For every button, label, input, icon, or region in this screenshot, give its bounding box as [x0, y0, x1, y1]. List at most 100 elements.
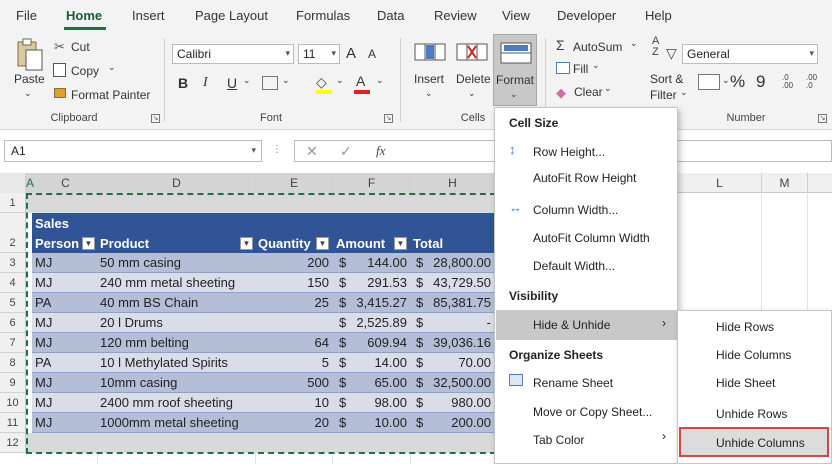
paste-dropdown-icon[interactable]: ⌄	[24, 88, 32, 99]
tab-file[interactable]: File	[16, 8, 37, 23]
font-name-select[interactable]: Calibri ▾	[172, 44, 294, 64]
cell-amount[interactable]: 2,525.89	[350, 315, 407, 330]
cell-product[interactable]: 2400 mm roof sheeting	[100, 395, 233, 410]
menu-item-hide-sheet[interactable]: Hide Sheet	[716, 376, 775, 390]
cell-quantity[interactable]: 10	[256, 395, 329, 410]
fill-dropdown-icon[interactable]: ⌄	[592, 60, 600, 71]
cell-person[interactable]: MJ	[35, 275, 52, 290]
row-header-6[interactable]: 6	[0, 313, 26, 333]
insert-button[interactable]: Insert	[414, 72, 444, 86]
cell-product[interactable]: 120 mm belting	[100, 335, 189, 350]
column-header-e[interactable]: E	[256, 173, 333, 193]
cell-person[interactable]: MJ	[35, 335, 52, 350]
sort-filter-button-line1[interactable]: Sort &	[650, 72, 683, 86]
filter-dropdown-icon[interactable]: ▼	[316, 237, 329, 250]
cell-total[interactable]: 980.00	[428, 395, 491, 410]
tab-help[interactable]: Help	[645, 8, 672, 23]
paste-button[interactable]: Paste	[14, 72, 45, 86]
currency-dropdown-icon[interactable]: ⌄	[722, 75, 730, 86]
cell-amount[interactable]: 3,415.27	[350, 295, 407, 310]
menu-item-unhide-rows[interactable]: Unhide Rows	[716, 407, 787, 421]
insert-cells-icon[interactable]	[414, 40, 446, 67]
cut-button[interactable]: Cut	[71, 40, 90, 54]
delete-cells-icon[interactable]	[456, 40, 488, 67]
number-format-select[interactable]: General ▾	[682, 44, 818, 64]
tab-home[interactable]: Home	[66, 8, 102, 23]
cell-person[interactable]: PA	[35, 295, 51, 310]
row-header-5[interactable]: 5	[0, 293, 26, 313]
tab-page-layout[interactable]: Page Layout	[195, 8, 268, 23]
row-header-3[interactable]: 3	[0, 253, 26, 273]
fill-dropdown-icon[interactable]: ⌄	[336, 75, 344, 86]
name-box[interactable]: A1 ▾	[4, 140, 262, 162]
cell-product[interactable]: 40 mm BS Chain	[100, 295, 198, 310]
copy-button[interactable]: Copy	[71, 64, 99, 78]
menu-item-autofit-column[interactable]: AutoFit Column Width	[533, 231, 650, 245]
font-size-select[interactable]: 11 ▾	[298, 44, 340, 64]
row-header-9[interactable]: 9	[0, 373, 26, 393]
cell-quantity[interactable]: 25	[256, 295, 329, 310]
menu-item-hide-columns[interactable]: Hide Columns	[716, 348, 791, 362]
cell-person[interactable]: MJ	[35, 315, 52, 330]
column-header-f[interactable]: F	[333, 173, 411, 193]
shrink-font-button[interactable]: A	[368, 47, 376, 61]
select-all-corner[interactable]	[0, 173, 26, 193]
paste-icon[interactable]	[14, 38, 44, 75]
cell-quantity[interactable]: 5	[256, 355, 329, 370]
column-header-l[interactable]: L	[678, 173, 762, 193]
cell-quantity[interactable]: 500	[256, 375, 329, 390]
column-header-h[interactable]: H	[411, 173, 495, 193]
fx-icon[interactable]: fx	[376, 143, 385, 159]
tab-data[interactable]: Data	[377, 8, 404, 23]
cell-total[interactable]: 39,036.16	[428, 335, 491, 350]
underline-button[interactable]: U	[227, 75, 237, 91]
cell-amount[interactable]: 98.00	[350, 395, 407, 410]
filter-dropdown-icon[interactable]: ▼	[82, 237, 95, 250]
sort-filter-button-line2[interactable]: Filter	[650, 88, 677, 102]
menu-item-column-width[interactable]: Column Width...	[533, 203, 618, 217]
cell-product[interactable]: 1000mm metal sheeting	[100, 415, 239, 430]
autosum-dropdown-icon[interactable]: ⌄	[630, 38, 638, 49]
cell-amount[interactable]: 65.00	[350, 375, 407, 390]
row-header-8[interactable]: 8	[0, 353, 26, 373]
font-launcher-icon[interactable]: ↘	[384, 114, 393, 123]
menu-item-hide-unhide[interactable]: Hide & Unhide ›	[496, 310, 677, 340]
clear-dropdown-icon[interactable]: ⌄	[604, 83, 612, 94]
column-header-d[interactable]: D	[98, 173, 256, 193]
cell-quantity[interactable]: 20	[256, 415, 329, 430]
menu-item-row-height[interactable]: Row Height...	[533, 145, 605, 159]
cell-person[interactable]: MJ	[35, 255, 52, 270]
tab-developer[interactable]: Developer	[557, 8, 616, 23]
tab-view[interactable]: View	[502, 8, 530, 23]
cell-person[interactable]: MJ	[35, 375, 52, 390]
cell-quantity[interactable]: 64	[256, 335, 329, 350]
menu-item-autofit-row[interactable]: AutoFit Row Height	[533, 171, 636, 185]
cell-amount[interactable]: 609.94	[350, 335, 407, 350]
cell-amount[interactable]: 14.00	[350, 355, 407, 370]
delete-dropdown-icon[interactable]: ⌄	[468, 88, 476, 99]
cell-quantity[interactable]: 200	[256, 255, 329, 270]
font-color-button[interactable]: A	[356, 73, 365, 89]
cell-total[interactable]: 43,729.50	[428, 275, 491, 290]
cell-product[interactable]: 50 mm casing	[100, 255, 181, 270]
copy-dropdown-icon[interactable]: ⌄	[108, 62, 116, 73]
cell-total[interactable]: 200.00	[428, 415, 491, 430]
menu-item-rename-sheet[interactable]: Rename Sheet	[533, 376, 613, 390]
cell-total[interactable]: 28,800.00	[428, 255, 491, 270]
column-header-c[interactable]: C	[34, 173, 98, 193]
row-header-2[interactable]: 2	[0, 213, 26, 253]
cell-quantity[interactable]: 150	[256, 275, 329, 290]
filter-dropdown-icon[interactable]: ▼	[394, 237, 407, 250]
cell-amount[interactable]: 291.53	[350, 275, 407, 290]
cell-total[interactable]: 32,500.00	[428, 375, 491, 390]
delete-button[interactable]: Delete	[456, 72, 491, 86]
menu-item-unhide-columns[interactable]: Unhide Columns	[679, 427, 829, 457]
clear-button[interactable]: Clear	[574, 85, 603, 99]
cell-amount[interactable]: 144.00	[350, 255, 407, 270]
tab-formulas[interactable]: Formulas	[296, 8, 350, 23]
bold-button[interactable]: B	[178, 75, 188, 91]
cell-person[interactable]: MJ	[35, 395, 52, 410]
cell-person[interactable]: PA	[35, 355, 51, 370]
tab-insert[interactable]: Insert	[132, 8, 165, 23]
cell-person[interactable]: MJ	[35, 415, 52, 430]
